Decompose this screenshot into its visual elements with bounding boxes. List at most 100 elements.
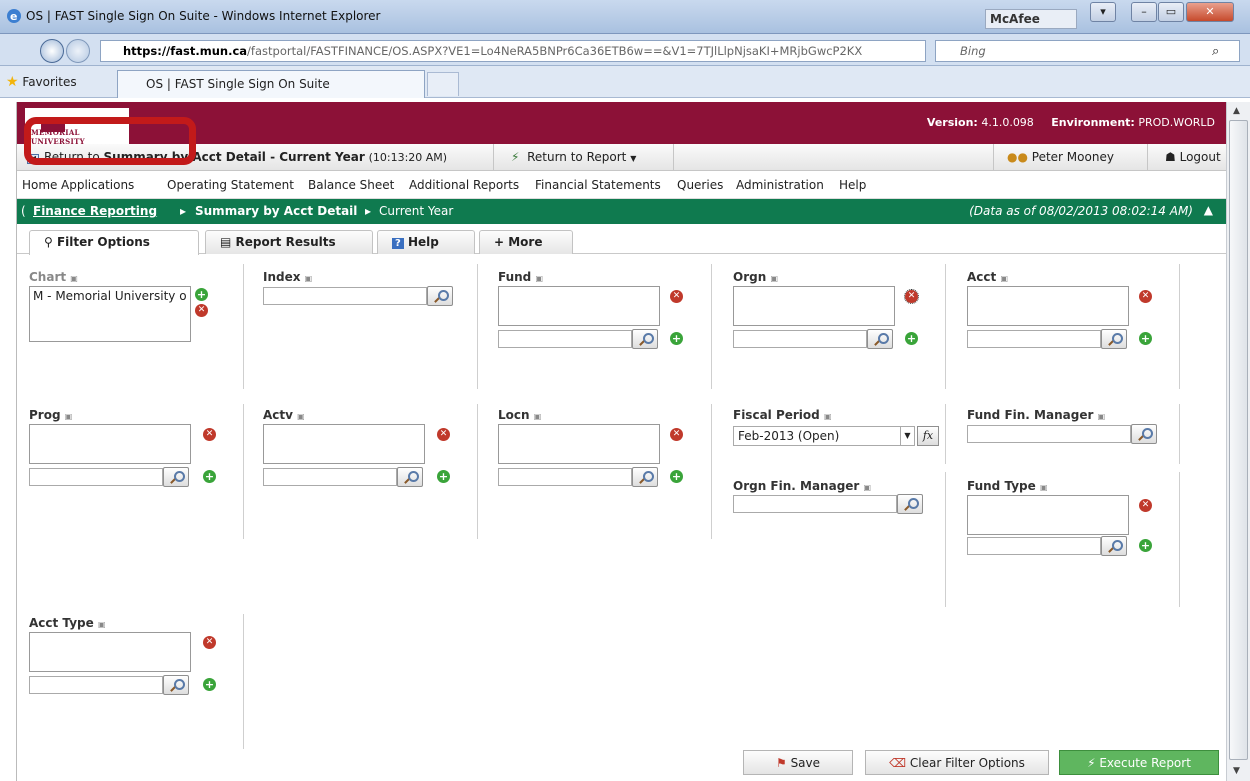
- pin-icon[interactable]: ▣: [824, 412, 832, 421]
- save-button[interactable]: ⚑ Save: [743, 750, 853, 775]
- url-field[interactable]: https://fast.mun.ca/fastportal/FASTFINAN…: [100, 40, 926, 62]
- acct-listbox[interactable]: [967, 286, 1129, 326]
- pin-icon[interactable]: ▣: [65, 412, 73, 421]
- add-icon[interactable]: +: [670, 332, 683, 345]
- tab-report-results[interactable]: ▤ Report Results: [205, 230, 373, 254]
- pin-icon[interactable]: ▣: [1000, 274, 1008, 283]
- collapse-up-icon[interactable]: ▲: [1204, 203, 1213, 217]
- add-icon[interactable]: +: [1139, 539, 1152, 552]
- pin-icon[interactable]: ▣: [1098, 412, 1106, 421]
- acct-type-search-button[interactable]: [163, 675, 189, 695]
- favorites-button[interactable]: ★ Favorites: [6, 74, 77, 90]
- pin-icon[interactable]: ▣: [98, 620, 106, 629]
- pin-icon[interactable]: ▣: [1040, 483, 1048, 492]
- pin-icon[interactable]: ▣: [70, 274, 78, 283]
- fund-fin-manager-search-button[interactable]: [1131, 424, 1157, 444]
- menu-balance-sheet[interactable]: Balance Sheet: [308, 178, 394, 192]
- menu-operating-statement[interactable]: Operating Statement: [167, 178, 294, 192]
- pin-icon[interactable]: ▣: [770, 274, 778, 283]
- fiscal-period-select[interactable]: Feb-2013 (Open) ▼: [733, 426, 915, 446]
- scroll-up-icon[interactable]: ▲: [1233, 106, 1240, 116]
- tab-filter-options[interactable]: ⚲ Filter Options: [29, 230, 199, 255]
- fund-type-search-button[interactable]: [1101, 536, 1127, 556]
- tab-help[interactable]: ? Help: [377, 230, 475, 254]
- orgn-listbox[interactable]: [733, 286, 895, 326]
- prog-listbox[interactable]: [29, 424, 191, 464]
- back-button[interactable]: [40, 39, 64, 63]
- maximize-button[interactable]: ▭: [1158, 2, 1184, 22]
- locn-input[interactable]: [498, 468, 632, 486]
- clear-filter-options-button[interactable]: ⌫ Clear Filter Options: [865, 750, 1049, 775]
- add-icon[interactable]: +: [905, 332, 918, 345]
- close-window-button[interactable]: ✕: [1186, 2, 1234, 22]
- formula-button[interactable]: fx: [917, 426, 939, 446]
- browser-tab[interactable]: OS | FAST Single Sign On Suite: [117, 70, 425, 98]
- menu-administration[interactable]: Administration: [736, 178, 824, 192]
- menu-additional-reports[interactable]: Additional Reports: [409, 178, 519, 192]
- add-icon[interactable]: +: [670, 470, 683, 483]
- add-icon[interactable]: +: [1139, 332, 1152, 345]
- return-to-report-dropdown[interactable]: ⚡ Return to Report ▼: [511, 150, 636, 164]
- chart-listbox[interactable]: M - Memorial University o: [29, 286, 191, 342]
- add-icon[interactable]: +: [437, 470, 450, 483]
- breadcrumb-summary[interactable]: Summary by Acct Detail: [195, 204, 357, 218]
- logout-button[interactable]: ☗ Logout: [1165, 150, 1221, 164]
- user-menu[interactable]: ●● Peter Mooney: [1007, 150, 1114, 164]
- collapse-icon[interactable]: (: [21, 204, 26, 218]
- acct-input[interactable]: [967, 330, 1101, 348]
- index-input[interactable]: [263, 287, 427, 305]
- search-input[interactable]: Bing: [935, 40, 1240, 62]
- search-icon[interactable]: ⌕: [1212, 44, 1219, 59]
- vertical-scrollbar[interactable]: ▲ ▼: [1226, 102, 1250, 781]
- remove-icon[interactable]: ✕: [203, 428, 216, 441]
- fund-listbox[interactable]: [498, 286, 660, 326]
- add-icon[interactable]: +: [203, 470, 216, 483]
- pin-icon[interactable]: ▣: [297, 412, 305, 421]
- index-search-button[interactable]: [427, 286, 453, 306]
- orgn-input[interactable]: [733, 330, 867, 348]
- actv-search-button[interactable]: [397, 467, 423, 487]
- remove-icon[interactable]: ✕: [437, 428, 450, 441]
- acct-type-listbox[interactable]: [29, 632, 191, 672]
- menu-financial-statements[interactable]: Financial Statements: [535, 178, 661, 192]
- fund-fin-manager-input[interactable]: [967, 425, 1131, 443]
- menu-help[interactable]: Help: [839, 178, 866, 192]
- prog-input[interactable]: [29, 468, 163, 486]
- remove-icon[interactable]: ✕: [1139, 499, 1152, 512]
- fund-input[interactable]: [498, 330, 632, 348]
- fund-type-input[interactable]: [967, 537, 1101, 555]
- scrollbar-thumb[interactable]: [1229, 120, 1248, 760]
- prog-search-button[interactable]: [163, 467, 189, 487]
- menu-queries[interactable]: Queries: [677, 178, 723, 192]
- remove-icon[interactable]: ✕: [670, 428, 683, 441]
- actv-listbox[interactable]: [263, 424, 425, 464]
- mcafee-button[interactable]: McAfee: [985, 9, 1077, 29]
- actv-input[interactable]: [263, 468, 397, 486]
- add-icon[interactable]: +: [195, 288, 208, 301]
- menu-applications[interactable]: Applications: [61, 178, 134, 192]
- chevron-down-icon[interactable]: ▼: [900, 427, 914, 445]
- remove-icon[interactable]: ✕: [1139, 290, 1152, 303]
- new-tab-button[interactable]: [427, 72, 459, 96]
- remove-icon[interactable]: ✕: [195, 304, 208, 317]
- locn-listbox[interactable]: [498, 424, 660, 464]
- scroll-down-icon[interactable]: ▼: [1233, 766, 1240, 776]
- orgn-search-button[interactable]: [867, 329, 893, 349]
- minimize-button[interactable]: –: [1131, 2, 1157, 22]
- fund-type-listbox[interactable]: [967, 495, 1129, 535]
- orgn-fin-manager-input[interactable]: [733, 495, 897, 513]
- tab-more[interactable]: + More: [479, 230, 573, 254]
- pin-icon[interactable]: ▣: [535, 274, 543, 283]
- remove-icon[interactable]: ✕: [203, 636, 216, 649]
- execute-report-button[interactable]: ⚡ Execute Report: [1059, 750, 1219, 775]
- acct-type-input[interactable]: [29, 676, 163, 694]
- locn-search-button[interactable]: [632, 467, 658, 487]
- pin-icon[interactable]: ▣: [534, 412, 542, 421]
- pin-icon[interactable]: ▣: [864, 483, 872, 492]
- breadcrumb-finance-reporting[interactable]: Finance Reporting: [33, 204, 157, 218]
- forward-button[interactable]: [66, 39, 90, 63]
- add-icon[interactable]: +: [203, 678, 216, 691]
- acct-search-button[interactable]: [1101, 329, 1127, 349]
- menu-home[interactable]: Home: [22, 178, 57, 192]
- pin-icon[interactable]: ▣: [305, 274, 313, 283]
